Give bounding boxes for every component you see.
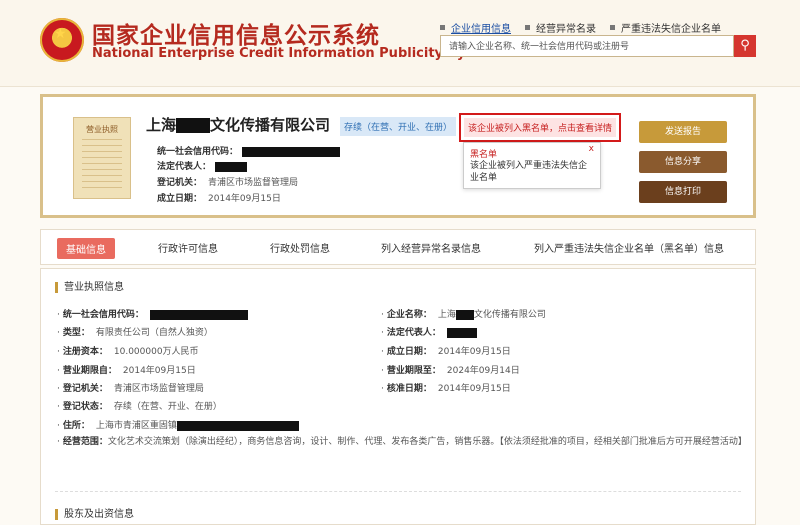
field-reg-authority: · 登记机关： 青浦区市场监督管理局 <box>57 384 204 394</box>
popup-text: 该企业被列入严重违法失信企业名单 <box>470 161 588 183</box>
bullet-icon <box>610 25 615 30</box>
redaction <box>149 309 248 320</box>
field-est-date: · 成立日期： 2014年09月15日 <box>381 347 511 357</box>
basic-info-panel: 营业执照信息 · 统一社会信用代码： · 类型： 有限责任公司（自然人独资） · 注册资… <box>40 268 756 525</box>
redaction <box>176 118 211 133</box>
send-report-button[interactable]: 发送报告 <box>639 121 727 143</box>
tab-abnormal-list[interactable]: 列入经营异常名录信息 <box>381 240 481 255</box>
company-card: 营业执照 上海 文化传播有限公司 存续（在营、开业、在册） 该企业被列入黑名单，点… <box>40 94 756 218</box>
info-tabs: 基础信息 行政许可信息 行政处罚信息 列入经营异常名录信息 列入严重违法失信企业… <box>40 229 756 265</box>
national-emblem-icon: ★ <box>40 18 84 62</box>
field-company-name: · 企业名称： 上海 文化传播有限公司 <box>381 309 546 320</box>
legal-rep-line: 法定代表人： <box>157 159 248 172</box>
print-info-button[interactable]: 信息打印 <box>639 181 727 203</box>
redaction <box>242 146 341 157</box>
section-title-shareholders: 股东及出资信息 <box>55 509 134 520</box>
field-type: · 类型： 有限责任公司（自然人独资） <box>57 328 213 338</box>
status-badge: 存续（在营、开业、在册） <box>340 117 457 136</box>
tab-admin-penalty[interactable]: 行政处罚信息 <box>270 240 330 255</box>
field-term-from: · 营业期限自： 2014年09月15日 <box>57 366 196 376</box>
divider <box>55 491 741 492</box>
bullet-icon <box>525 25 530 30</box>
field-reg-status: · 登记状态： 存续（在营、开业、在册） <box>57 402 222 412</box>
link-credit-info[interactable]: 企业信用信息 <box>451 20 511 35</box>
license-label: 营业执照 <box>86 125 118 134</box>
link-blacklist[interactable]: 严重违法失信企业名单 <box>621 20 721 35</box>
tab-admin-license[interactable]: 行政许可信息 <box>158 240 218 255</box>
top-nav: 企业信用信息 经营异常名录 严重违法失信企业名单 <box>440 20 735 35</box>
field-reg-capital: · 注册资本： 10.000000万人民币 <box>57 347 199 357</box>
field-approval-date: · 核准日期： 2014年09月15日 <box>381 384 511 394</box>
tab-blacklist[interactable]: 列入严重违法失信企业名单（黑名单）信息 <box>534 240 724 255</box>
redaction <box>176 420 299 431</box>
site-title: 国家企业信用信息公示系统 <box>92 23 380 49</box>
credit-code-line: 统一社会信用代码： <box>157 144 341 157</box>
company-name: 上海 文化传播有限公司 <box>146 116 331 134</box>
popup-title: 黑名单 <box>470 150 498 160</box>
search-icon: ⚲ <box>740 38 750 53</box>
bullet-icon <box>440 25 445 30</box>
field-legal-rep: · 法定代表人： <box>381 325 477 338</box>
field-address: · 住所： 上海市青浦区重固镇 <box>57 418 299 431</box>
redaction <box>455 309 474 320</box>
link-abnormal-list[interactable]: 经营异常名录 <box>536 20 596 35</box>
redaction <box>446 327 477 338</box>
field-credit-code: · 统一社会信用代码： <box>57 307 248 320</box>
field-term-to: · 营业期限至： 2024年09月14日 <box>381 366 520 376</box>
reg-authority-line: 登记机关： 青浦区市场监督管理局 <box>157 178 299 188</box>
blacklist-popup: 黑名单 该企业被列入严重违法失信企业名单 x <box>463 142 601 189</box>
tab-basic-info[interactable]: 基础信息 <box>57 238 115 259</box>
redaction <box>215 161 248 172</box>
section-title-license: 营业执照信息 <box>55 282 124 293</box>
close-icon[interactable]: x <box>589 144 594 154</box>
search-input[interactable]: 请输入企业名称、统一社会信用代码或注册号 <box>440 35 734 57</box>
site-header: ★ 国家企业信用信息公示系统 National Enterprise Credi… <box>0 0 800 87</box>
search-button[interactable]: ⚲ <box>734 35 756 57</box>
share-info-button[interactable]: 信息分享 <box>639 151 727 173</box>
est-date-line: 成立日期： 2014年09月15日 <box>157 194 281 204</box>
business-license-image[interactable]: 营业执照 <box>73 117 131 199</box>
blacklist-alert[interactable]: 该企业被列入黑名单，点击查看详情 <box>459 113 622 142</box>
field-business-scope: · 经营范围：文化艺术交流策划（除演出经纪），商务信息咨询，设计、制作、代理、发布… <box>57 437 747 447</box>
